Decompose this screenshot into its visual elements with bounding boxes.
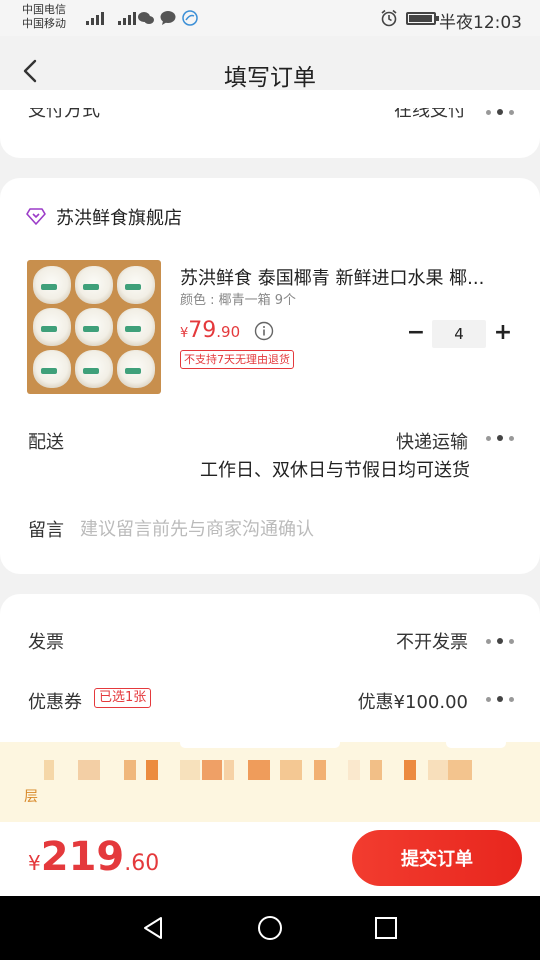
price-decimal: .90 — [216, 323, 241, 341]
delivery-value[interactable]: 快递运输 — [396, 428, 468, 454]
product-image[interactable] — [27, 260, 161, 394]
coupon-badge: 已选1张 — [94, 688, 152, 708]
pixel-block — [124, 760, 136, 780]
coconut-item — [117, 266, 155, 304]
promo-banner[interactable]: 层 — [0, 742, 540, 822]
payment-value: 在线支付 — [394, 100, 466, 121]
coupon-value[interactable]: 优惠¥100.00 — [358, 688, 468, 714]
alarm-icon — [381, 9, 397, 27]
coconut-item — [117, 350, 155, 388]
coconut-item — [75, 266, 113, 304]
pixel-block — [348, 760, 360, 780]
no-return-tag: 不支持7天无理由退货 — [180, 350, 294, 369]
payment-card[interactable]: 支付方式 在线支付 — [0, 90, 540, 158]
page-title: 填写订单 — [224, 65, 316, 91]
carrier-labels: 中国电信 中国移动 — [22, 3, 66, 31]
pixel-block — [146, 760, 158, 780]
promo-tab-shape — [446, 742, 506, 748]
pixel-block — [370, 760, 382, 780]
wechat-icon — [138, 12, 154, 24]
payment-label: 支付方式 — [28, 100, 100, 121]
total-symbol: ¥ — [28, 851, 41, 875]
pixel-block — [428, 760, 448, 780]
submit-bar: ¥219.60 提交订单 — [0, 822, 540, 896]
total-decimal: .60 — [124, 851, 160, 876]
pixel-block — [314, 760, 326, 780]
pixel-block — [202, 760, 222, 780]
quantity-minus-button[interactable]: − — [404, 320, 428, 348]
product-price: ¥79.90 — [180, 318, 240, 348]
pixel-block — [180, 760, 200, 780]
pixel-block — [44, 760, 54, 780]
coconut-item — [33, 266, 71, 304]
nav-recent-apps-icon[interactable] — [372, 914, 400, 942]
carrier-2: 中国移动 — [22, 17, 66, 30]
pixel-block — [404, 760, 416, 780]
nav-home-icon[interactable] — [256, 914, 284, 942]
quantity-plus-button[interactable]: + — [491, 320, 515, 348]
coconut-item — [33, 350, 71, 388]
signal-1-icon — [86, 9, 104, 25]
coupon-more-icon[interactable] — [486, 695, 514, 703]
browser-icon — [182, 10, 198, 26]
coconut-item — [75, 308, 113, 346]
message-input[interactable] — [80, 516, 500, 542]
submit-order-button[interactable]: 提交订单 — [352, 830, 522, 886]
delivery-more-icon[interactable] — [486, 434, 514, 442]
pixel-block — [78, 760, 100, 780]
store-name[interactable]: 苏洪鲜食旗舰店 — [56, 204, 182, 230]
quantity-input[interactable] — [432, 320, 486, 348]
pixel-block — [224, 760, 234, 780]
coconut-item — [33, 308, 71, 346]
promo-tab-shape — [180, 742, 340, 748]
delivery-note: 工作日、双休日与节假日均可送货 — [200, 460, 470, 481]
payment-more-icon[interactable] — [486, 108, 514, 116]
carrier-1: 中国电信 — [22, 3, 66, 16]
coconut-item — [117, 308, 155, 346]
message-icon — [160, 11, 176, 25]
delivery-label: 配送 — [28, 432, 64, 453]
price-main: 79 — [188, 318, 217, 343]
system-nav-bar — [0, 896, 540, 960]
signal-2-icon — [118, 9, 136, 25]
coupon-label: 优惠券 — [28, 692, 82, 713]
order-card: 苏洪鲜食旗舰店 苏洪鲜食 泰国椰青 新鲜进口水果 椰... 颜色 : 椰青一箱 … — [0, 178, 540, 574]
order-total: ¥219.60 — [28, 834, 159, 880]
invoice-more-icon[interactable] — [486, 637, 514, 645]
total-main: 219 — [40, 834, 125, 880]
nav-back-icon[interactable] — [140, 914, 168, 942]
coconut-item — [75, 350, 113, 388]
info-icon[interactable] — [254, 321, 274, 341]
status-bar: 中国电信 中国移动 半夜12:03 — [0, 0, 540, 36]
status-time: 半夜12:03 — [439, 13, 522, 33]
invoice-label: 发票 — [28, 632, 64, 653]
invoice-value[interactable]: 不开发票 — [396, 628, 468, 654]
battery-icon — [406, 12, 439, 25]
message-label: 留言 — [28, 520, 64, 541]
pixel-block — [248, 760, 270, 780]
promo-tail-text: 层 — [24, 789, 38, 805]
pixel-block — [280, 760, 302, 780]
product-title[interactable]: 苏洪鲜食 泰国椰青 新鲜进口水果 椰... — [180, 264, 508, 290]
pixel-block — [448, 760, 472, 780]
quantity-stepper: − + — [404, 320, 514, 348]
store-badge-icon — [26, 208, 46, 225]
product-spec: 颜色 : 椰青一箱 9个 — [180, 293, 297, 308]
